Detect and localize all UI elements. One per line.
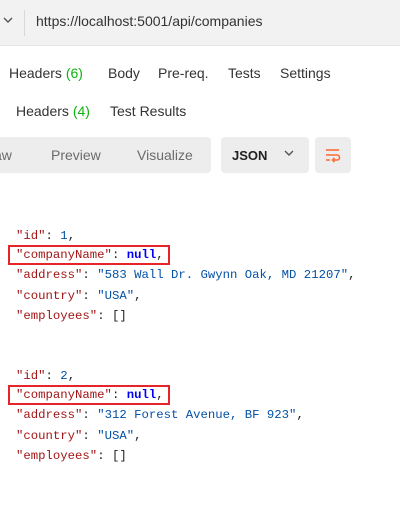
json-line: "employees": [] (16, 309, 127, 323)
json-line: "address": "312 Forest Avenue, BF 923", (16, 408, 304, 422)
view-mode-raw[interactable]: aw (0, 147, 12, 163)
json-line: "id": 2, (16, 369, 76, 383)
view-mode-visualize[interactable]: Visualize (137, 147, 193, 163)
url-input[interactable]: https://localhost:5001/api/companies (36, 13, 262, 29)
response-view-bar: aw Preview Visualize JSON (0, 137, 400, 175)
json-line: "address": "583 Wall Dr. Gwynn Oak, MD 2… (16, 268, 356, 282)
json-line: "country": "USA", (16, 429, 142, 443)
format-select[interactable]: JSON (221, 137, 309, 173)
view-mode-preview[interactable]: Preview (51, 147, 101, 163)
tab-label: Headers (16, 103, 69, 119)
view-mode-group: aw Preview Visualize (0, 137, 211, 173)
response-headers-count: (4) (72, 103, 90, 119)
url-bar: https://localhost:5001/api/companies (0, 0, 400, 46)
json-line: "employees": [] (16, 449, 127, 463)
json-line: "country": "USA", (16, 289, 142, 303)
headers-count: (6) (65, 65, 83, 81)
json-line: "companyName": null, (16, 248, 164, 262)
tab-settings[interactable]: Settings (280, 65, 331, 81)
json-line: "id": 1, (16, 229, 76, 243)
format-label: JSON (232, 148, 268, 163)
json-line: "companyName": null, (16, 388, 164, 402)
url-divider (24, 10, 25, 36)
request-tabs: Headers (6) Body Pre-req. Tests Settings (0, 56, 400, 92)
tab-request-headers[interactable]: Headers (6) (9, 65, 83, 81)
tab-body[interactable]: Body (108, 65, 140, 81)
tab-label: Headers (9, 65, 62, 81)
tab-test-results[interactable]: Test Results (110, 103, 186, 119)
tab-pre-request[interactable]: Pre-req. (158, 65, 209, 81)
tab-tests[interactable]: Tests (228, 65, 261, 81)
tab-response-headers[interactable]: Headers (4) (16, 103, 90, 119)
chevron-down-icon (283, 146, 297, 160)
response-tabs: Headers (4) Test Results (0, 94, 400, 130)
method-chevron-down-icon[interactable] (2, 14, 18, 30)
wrap-lines-button[interactable] (315, 137, 351, 173)
